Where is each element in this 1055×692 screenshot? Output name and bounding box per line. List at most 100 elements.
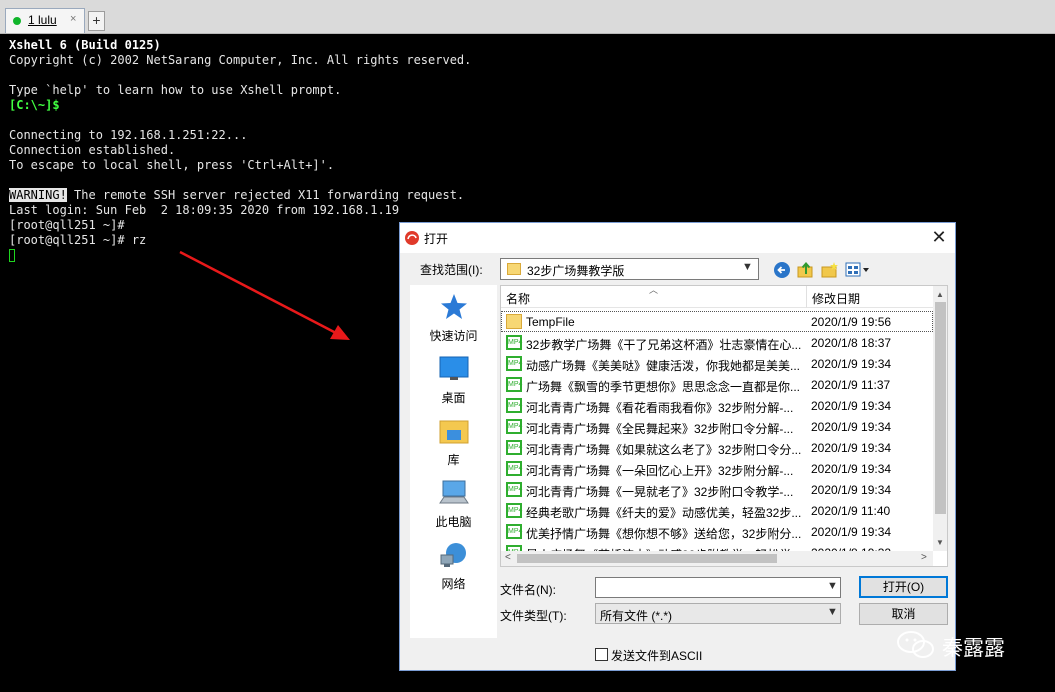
file-date: 2020/1/9 19:34 [811, 420, 892, 434]
folder-icon [506, 314, 522, 329]
file-row[interactable]: MP4 河北青青广场舞《全民舞起来》32步附口令分解-... 2020/1/9 … [501, 416, 933, 437]
file-date: 2020/1/9 19:34 [811, 483, 892, 497]
place-label: 桌面 [441, 391, 466, 405]
file-date: 2020/1/9 19:34 [811, 462, 892, 476]
place-label: 快速访问 [429, 329, 478, 343]
file-name: 河北青青广场舞《一晃就老了》32步附口令教学-... [526, 485, 794, 499]
scrollbar-thumb[interactable] [517, 554, 777, 563]
column-header-date-label: 修改日期 [812, 292, 861, 306]
file-row[interactable]: MP4 河北青青广场舞《一晃就老了》32步附口令教学-... 2020/1/9 … [501, 479, 933, 500]
file-name: 河北青青广场舞《看花看雨我看你》32步附分解-... [526, 401, 794, 415]
lookin-value: 32步广场舞教学版 [527, 264, 625, 278]
video-file-icon: MP4 [506, 356, 522, 371]
vertical-scrollbar[interactable]: ▲ ▼ [933, 286, 947, 551]
file-name: 经典老歌广场舞《纤夫的爱》动感优美，轻盈32步... [526, 506, 802, 520]
chevron-down-icon: ▼ [742, 261, 753, 273]
scroll-up-icon[interactable]: ▲ [936, 290, 944, 299]
back-icon[interactable] [773, 261, 791, 279]
file-row[interactable]: MP4 动感广场舞《美美哒》健康活泼，你我她都是美美... 2020/1/9 1… [501, 353, 933, 374]
file-date: 2020/1/9 19:34 [811, 525, 892, 539]
place-quick-access[interactable]: 快速访问 [410, 291, 497, 351]
cancel-button[interactable]: 取消 [859, 603, 948, 625]
chevron-down-icon[interactable]: ▼ [827, 580, 838, 592]
view-menu-icon[interactable] [845, 261, 871, 279]
lookin-dropdown[interactable]: 32步广场舞教学版 ▼ [500, 258, 759, 280]
file-row[interactable]: MP4 优美抒情广场舞《想你想不够》送给您，32步附分... 2020/1/9 … [501, 521, 933, 542]
computer-icon [439, 480, 469, 504]
open-button[interactable]: 打开(O) [859, 576, 948, 598]
video-file-icon: MP4 [506, 503, 522, 518]
file-date: 2020/1/9 19:34 [811, 399, 892, 413]
video-file-icon: MP4 [506, 335, 522, 350]
folder-icon [507, 263, 521, 275]
column-header-date[interactable]: 修改日期 [807, 286, 933, 308]
file-name: 优美抒情广场舞《想你想不够》送给您，32步附分... [526, 527, 802, 541]
file-row[interactable]: MP4 河北青青广场舞《如果就这么老了》32步附口令分... 2020/1/9 … [501, 437, 933, 458]
horizontal-scrollbar[interactable]: < > [501, 551, 933, 566]
file-row[interactable]: TempFile 2020/1/9 19:56 [501, 311, 933, 332]
video-file-icon: MP4 [506, 461, 522, 476]
scroll-right-icon[interactable]: > [921, 552, 927, 563]
video-file-icon: MP4 [506, 419, 522, 434]
library-icon [439, 420, 469, 444]
place-library[interactable]: 库 [410, 415, 497, 475]
dialog-titlebar: 打开 ✕ [400, 223, 955, 253]
filename-label: 文件名(N): [500, 583, 556, 597]
place-label: 此电脑 [435, 515, 472, 529]
up-folder-icon[interactable] [797, 261, 815, 279]
new-folder-icon[interactable] [821, 261, 839, 279]
video-file-icon: MP4 [506, 524, 522, 539]
video-file-icon: MP4 [506, 377, 522, 392]
file-date: 2020/1/9 11:37 [811, 378, 891, 392]
place-label: 网络 [441, 577, 466, 591]
scroll-down-icon[interactable]: ▼ [936, 538, 944, 547]
scrollbar-thumb[interactable] [935, 302, 946, 514]
file-date: 2020/1/9 19:56 [811, 315, 892, 329]
file-date: 2020/1/9 11:40 [811, 504, 891, 518]
sort-ascending-icon: ︿ [649, 285, 659, 295]
file-row[interactable]: MP4 河北青青广场舞《一朵回忆心上开》32步附分解-... 2020/1/9 … [501, 458, 933, 479]
network-icon [440, 543, 466, 567]
dialog-title: 打开 [424, 232, 449, 246]
place-desktop[interactable]: 桌面 [410, 353, 497, 413]
place-network[interactable]: 网络 [410, 539, 497, 599]
file-row[interactable]: MP4 广场舞《飘雪的季节更想你》思思念念一直都是你... 2020/1/9 1… [501, 374, 933, 395]
file-row[interactable]: MP4 32步教学广场舞《干了兄弟这杯酒》壮志豪情在心... 2020/1/8 … [501, 332, 933, 353]
file-row[interactable]: MP4 经典老歌广场舞《纤夫的爱》动感优美，轻盈32步... 2020/1/9 … [501, 500, 933, 521]
open-file-dialog: 打开 ✕ 查找范围(I): 32步广场舞教学版 ▼ 快速访问 桌面 库 此电脑 … [399, 222, 956, 671]
file-name: 河北青青广场舞《一朵回忆心上开》32步附分解-... [526, 464, 794, 478]
filetype-label: 文件类型(T): [500, 609, 567, 623]
file-name: 动感广场舞《美美哒》健康活泼，你我她都是美美... [526, 359, 801, 373]
video-file-icon: MP4 [506, 482, 522, 497]
file-date: 2020/1/9 19:34 [811, 441, 892, 455]
chevron-down-icon: ▼ [827, 606, 838, 618]
filename-input[interactable]: ▼ [595, 577, 841, 598]
filetype-dropdown[interactable]: 所有文件 (*.*) ▼ [595, 603, 841, 624]
lookin-label: 查找范围(I): [420, 263, 483, 277]
place-this-pc[interactable]: 此电脑 [410, 477, 497, 537]
app-logo-icon [405, 231, 419, 245]
ascii-checkbox[interactable] [595, 648, 608, 661]
file-name: 广场舞《飘雪的季节更想你》思思念念一直都是你... [526, 380, 801, 394]
column-header-name-label: 名称 [506, 292, 531, 306]
column-header-name[interactable]: ︿ 名称 [501, 286, 807, 308]
star-icon [441, 294, 467, 319]
file-row[interactable]: MP4 河北青青广场舞《看花看雨我看你》32步附分解-... 2020/1/9 … [501, 395, 933, 416]
file-name: 32步教学广场舞《干了兄弟这杯酒》壮志豪情在心... [526, 338, 802, 352]
video-file-icon: MP4 [506, 440, 522, 455]
file-name: TempFile [526, 315, 575, 329]
file-date: 2020/1/9 19:34 [811, 357, 892, 371]
file-list[interactable]: ︿ 名称 修改日期 TempFile 2020/1/9 19:56 MP4 32… [500, 285, 948, 567]
desktop-icon [439, 356, 469, 380]
filetype-value: 所有文件 (*.*) [600, 609, 673, 623]
file-date: 2020/1/8 18:37 [811, 336, 892, 350]
scroll-left-icon[interactable]: < [505, 552, 511, 563]
ascii-label: 发送文件到ASCII [611, 649, 703, 663]
wechat-icon [897, 631, 934, 658]
place-label: 库 [447, 453, 460, 467]
places-bar: 快速访问 桌面 库 此电脑 网络 [410, 285, 497, 638]
watermark-text: 秦露露 [942, 636, 1005, 660]
file-name: 河北青青广场舞《全民舞起来》32步附口令分解-... [526, 422, 794, 436]
close-icon[interactable]: ✕ [928, 226, 950, 248]
video-file-icon: MP4 [506, 398, 522, 413]
